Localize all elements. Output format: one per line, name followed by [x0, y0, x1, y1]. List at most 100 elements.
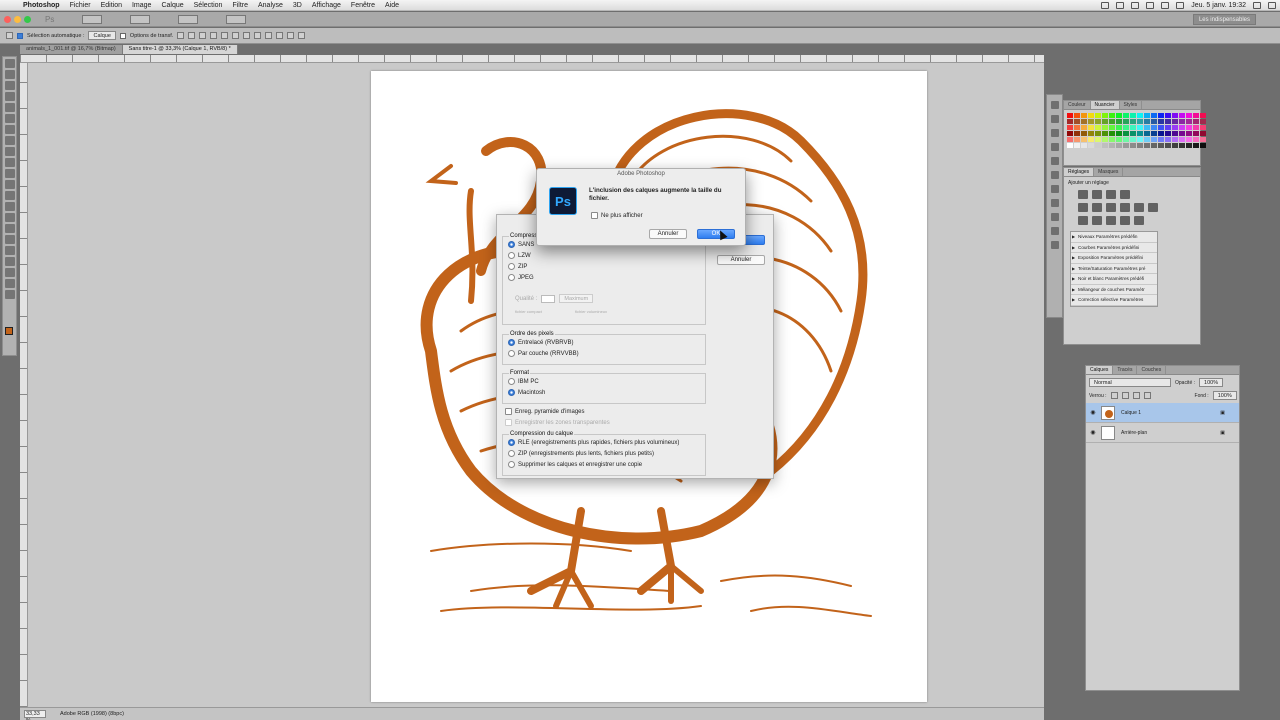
- swatch-chip[interactable]: [1067, 125, 1073, 130]
- swatch-chip[interactable]: [1200, 137, 1206, 142]
- lock-all-icon[interactable]: [1143, 392, 1151, 399]
- swatch-chip[interactable]: [1172, 119, 1178, 124]
- preset-correction-selective[interactable]: Correction sélective Paramètres: [1071, 295, 1157, 306]
- swatch-chip[interactable]: [1144, 131, 1150, 136]
- info-panel-icon[interactable]: [1050, 157, 1059, 165]
- actions-panel-icon[interactable]: [1050, 115, 1059, 123]
- clone-source-panel-icon[interactable]: [1050, 143, 1059, 151]
- launch-bridge-button[interactable]: [82, 14, 103, 24]
- paragraph-panel-icon[interactable]: [1050, 213, 1059, 221]
- swatch-chip[interactable]: [1200, 125, 1206, 130]
- swatch-chip[interactable]: [1144, 125, 1150, 130]
- zoom-window-icon[interactable]: [24, 15, 31, 23]
- radio-dot[interactable]: [508, 339, 515, 346]
- clone-stamp-tool-icon[interactable]: [4, 147, 15, 156]
- histogram-panel-icon[interactable]: [1050, 185, 1059, 193]
- swatch-chip[interactable]: [1123, 137, 1129, 142]
- swatch-chip[interactable]: [1116, 113, 1122, 118]
- 3d-rotate-tool-icon[interactable]: [4, 257, 15, 266]
- swatch-chip[interactable]: [1151, 143, 1157, 148]
- horizontal-ruler[interactable]: [20, 55, 1044, 63]
- swatch-chip[interactable]: [1074, 113, 1080, 118]
- zoom-tool-icon[interactable]: [4, 290, 15, 299]
- move-tool-preset-icon[interactable]: [6, 32, 13, 39]
- swatch-chip[interactable]: [1123, 113, 1129, 118]
- align-bottom-icon[interactable]: [199, 32, 207, 39]
- swatch-chip[interactable]: [1151, 113, 1157, 118]
- hue-saturation-icon[interactable]: [1092, 203, 1102, 212]
- swatch-chip[interactable]: [1172, 143, 1178, 148]
- swatch-chip[interactable]: [1109, 113, 1115, 118]
- tab-reglages[interactable]: Réglages: [1064, 168, 1095, 176]
- wifi-icon[interactable]: [1161, 2, 1170, 9]
- opacity-field[interactable]: 100%: [1199, 378, 1224, 387]
- exposure-icon[interactable]: [1120, 190, 1130, 199]
- swatch-chip[interactable]: [1088, 125, 1094, 130]
- align-right-icon[interactable]: [232, 32, 240, 39]
- swatch-chip[interactable]: [1130, 125, 1136, 130]
- swatch-chip[interactable]: [1172, 125, 1178, 130]
- record-icon[interactable]: [1101, 2, 1110, 9]
- gradient-tool-icon[interactable]: [4, 180, 15, 189]
- swatch-chip[interactable]: [1102, 125, 1108, 130]
- vertical-ruler[interactable]: [20, 63, 28, 707]
- display-icon[interactable]: [1131, 2, 1140, 9]
- menu-fichier[interactable]: Fichier: [65, 0, 96, 11]
- swatch-chip[interactable]: [1158, 137, 1164, 142]
- swatch-chip[interactable]: [1186, 137, 1192, 142]
- swatch-chip[interactable]: [1151, 119, 1157, 124]
- vibrance-icon[interactable]: [1078, 203, 1088, 212]
- swatch-chip[interactable]: [1067, 131, 1073, 136]
- character-panel-icon[interactable]: [1050, 199, 1059, 207]
- swatch-chip[interactable]: [1088, 119, 1094, 124]
- menu-calque[interactable]: Calque: [156, 0, 188, 11]
- lasso-tool-icon[interactable]: [4, 81, 15, 90]
- tab-couleur[interactable]: Couleur: [1064, 101, 1091, 109]
- menu-fenetre[interactable]: Fenêtre: [346, 0, 380, 11]
- swatch-chip[interactable]: [1158, 119, 1164, 124]
- brushes-panel-icon[interactable]: [1050, 129, 1059, 137]
- transparency-checkbox[interactable]: [505, 419, 512, 426]
- swatch-chip[interactable]: [1102, 143, 1108, 148]
- swatch-chip[interactable]: [1179, 119, 1185, 124]
- quick-selection-tool-icon[interactable]: [4, 92, 15, 101]
- radio-lzw[interactable]: LZW: [503, 250, 705, 261]
- zoom-level-field[interactable]: 33,33 %: [24, 710, 46, 720]
- notification-icon[interactable]: [1268, 2, 1276, 9]
- radio-ibm-pc[interactable]: IBM PC: [503, 376, 705, 387]
- swatch-chip[interactable]: [1123, 125, 1129, 130]
- brightness-contrast-icon[interactable]: [1078, 190, 1088, 199]
- swatch-chip[interactable]: [1144, 137, 1150, 142]
- hand-tool-icon[interactable]: [4, 279, 15, 288]
- alert-ok-button[interactable]: OK: [697, 229, 735, 239]
- swatch-chip[interactable]: [1081, 125, 1087, 130]
- swatch-chip[interactable]: [1137, 131, 1143, 136]
- swatch-chip[interactable]: [1186, 143, 1192, 148]
- radio-jpeg[interactable]: JPEG: [503, 272, 705, 283]
- tab-animals[interactable]: animals_1_001.tif @ 16,7% (Bitmap): [20, 45, 123, 54]
- radio-par-couche[interactable]: Par couche (RRVVBB): [503, 348, 705, 359]
- crop-tool-icon[interactable]: [4, 103, 15, 112]
- swatch-chip[interactable]: [1081, 143, 1087, 148]
- swatch-chip[interactable]: [1165, 143, 1171, 148]
- arrange-documents-button[interactable]: [178, 14, 199, 24]
- swatch-chip[interactable]: [1186, 125, 1192, 130]
- swatch-chip[interactable]: [1123, 131, 1129, 136]
- menu-app-name[interactable]: Photoshop: [18, 0, 65, 11]
- workspace-switcher[interactable]: Les indispensables: [1192, 14, 1256, 25]
- menu-affichage[interactable]: Affichage: [307, 0, 346, 11]
- radio-dot[interactable]: [508, 274, 515, 281]
- tab-traces[interactable]: Tracés: [1113, 366, 1138, 374]
- curves-icon[interactable]: [1106, 190, 1116, 199]
- swatch-chip[interactable]: [1067, 143, 1073, 148]
- swatch-chip[interactable]: [1158, 125, 1164, 130]
- healing-brush-tool-icon[interactable]: [4, 125, 15, 134]
- clock[interactable]: Jeu. 5 janv. 19:32: [1191, 0, 1246, 11]
- swatch-chip[interactable]: [1172, 131, 1178, 136]
- menu-image[interactable]: Image: [127, 0, 156, 11]
- swatch-chip[interactable]: [1116, 137, 1122, 142]
- radio-dot[interactable]: [508, 241, 515, 248]
- swatch-chip[interactable]: [1144, 119, 1150, 124]
- swatch-chip[interactable]: [1102, 119, 1108, 124]
- pyramid-checkbox[interactable]: [505, 408, 512, 415]
